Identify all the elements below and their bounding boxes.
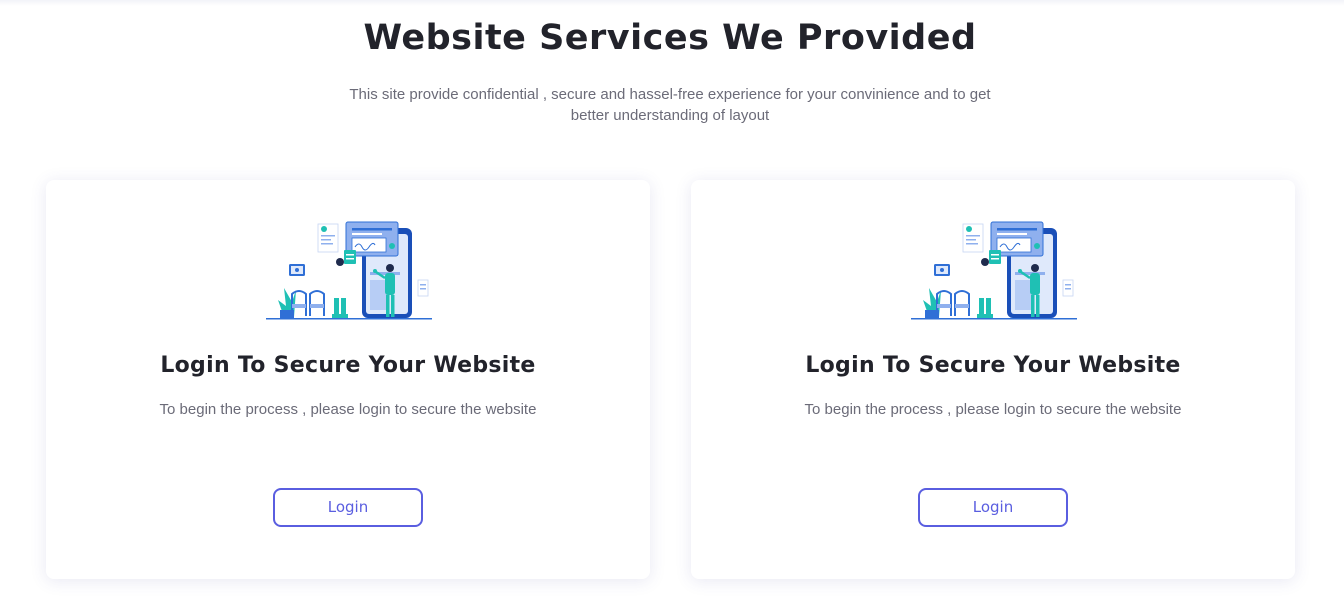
services-section: Website Services We Provided This site p…: [0, 0, 1344, 598]
login-button[interactable]: Login: [273, 488, 423, 527]
page-subtitle: This site provide confidential , secure …: [349, 86, 991, 124]
secure-login-illustration-icon: [911, 221, 1077, 320]
page-title: Website Services We Provided: [363, 18, 977, 58]
card-title: Login To Secure Your Website: [805, 353, 1181, 378]
service-card: Login To Secure Your Website To begin th…: [46, 180, 650, 579]
card-title: Login To Secure Your Website: [160, 353, 536, 378]
top-shadow-bar: [0, 0, 1344, 6]
card-description: To begin the process , please login to s…: [159, 401, 537, 418]
card-description: To begin the process , please login to s…: [804, 401, 1182, 418]
service-card: Login To Secure Your Website To begin th…: [691, 180, 1295, 579]
secure-login-illustration-icon: [266, 221, 432, 320]
login-button[interactable]: Login: [918, 488, 1068, 527]
